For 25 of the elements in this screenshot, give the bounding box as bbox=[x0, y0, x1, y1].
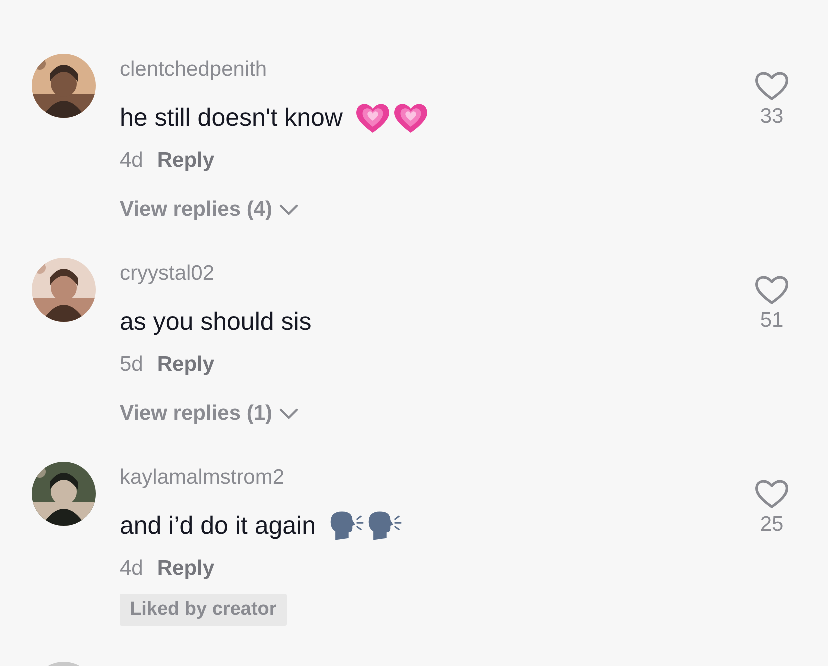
comment-age: 4d bbox=[120, 557, 144, 581]
like-icon[interactable] bbox=[754, 478, 790, 510]
like-icon[interactable] bbox=[754, 70, 790, 102]
chevron-down-icon bbox=[278, 204, 299, 216]
like-count: 25 bbox=[760, 513, 784, 537]
heart-icon bbox=[354, 101, 391, 135]
comment-text: and i’d do it again bbox=[120, 511, 316, 542]
view-replies-link[interactable]: View replies (4) bbox=[120, 194, 299, 226]
comment-age: 5d bbox=[120, 353, 144, 377]
heart-icon bbox=[392, 101, 429, 135]
liked-by-creator-tag: Liked by creator bbox=[120, 594, 287, 626]
like-count: 51 bbox=[760, 309, 784, 333]
comment-text: as you should sis bbox=[120, 307, 312, 338]
like-count: 33 bbox=[760, 105, 784, 129]
reply-link[interactable]: Reply bbox=[157, 353, 215, 377]
reply-link[interactable]: Reply bbox=[157, 149, 215, 173]
username[interactable]: clentchedpenith bbox=[120, 54, 268, 86]
username[interactable]: kaylamalmstrom2 bbox=[120, 462, 285, 494]
reply-link[interactable]: Reply bbox=[157, 557, 215, 581]
comment-text: he still doesn't know bbox=[120, 103, 343, 134]
comment-age: 4d bbox=[120, 149, 144, 173]
view-replies-link[interactable]: View replies (1) bbox=[120, 398, 299, 430]
like-icon[interactable] bbox=[754, 274, 790, 306]
username[interactable]: cryystal02 bbox=[120, 258, 215, 290]
chevron-down-icon bbox=[278, 408, 299, 420]
